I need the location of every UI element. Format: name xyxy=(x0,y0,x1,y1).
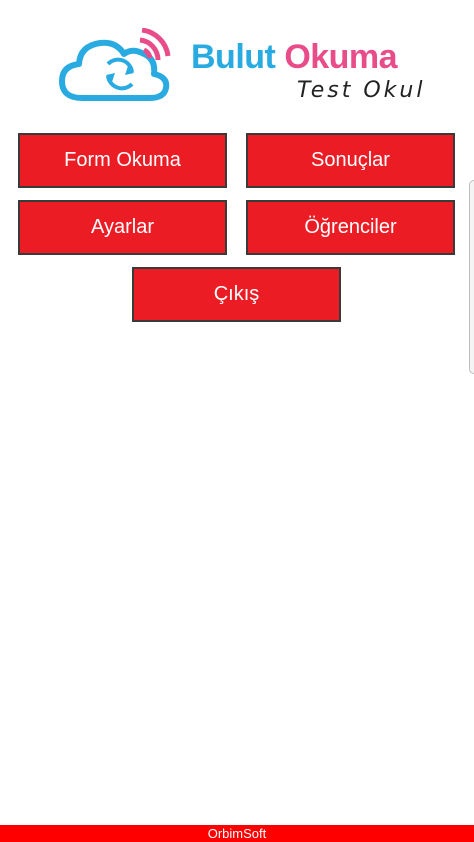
logo-title: Bulut Okuma xyxy=(191,38,398,76)
edge-panel-handle[interactable] xyxy=(469,180,474,374)
footer-bar: OrbimSoft xyxy=(0,825,474,842)
logo-title-okuma: Okuma xyxy=(284,38,398,76)
ayarlar-button[interactable]: Ayarlar xyxy=(18,200,227,255)
cloud-signal-icon xyxy=(59,28,171,101)
sonuclar-button[interactable]: Sonuçlar xyxy=(246,133,455,188)
logo-title-bulut: Bulut xyxy=(191,38,276,76)
footer-text: OrbimSoft xyxy=(207,826,267,841)
ogrenciler-button[interactable]: Öğrenciler xyxy=(246,200,455,255)
app-logo: Bulut Okuma Test Okul xyxy=(58,28,422,112)
form-okuma-button[interactable]: Form Okuma xyxy=(18,133,227,188)
logo-subtitle: Test Okul xyxy=(297,78,426,103)
cikis-button[interactable]: Çıkış xyxy=(132,267,341,322)
